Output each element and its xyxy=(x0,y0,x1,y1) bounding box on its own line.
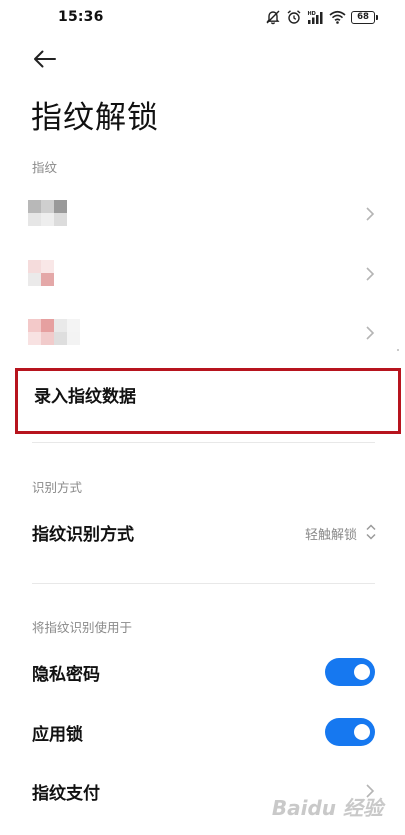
blur-pixel xyxy=(67,260,80,273)
wifi-icon xyxy=(329,10,346,24)
back-button[interactable] xyxy=(28,44,62,74)
up-down-chevron-icon xyxy=(366,524,376,540)
battery-level: 68 xyxy=(357,12,369,22)
chevron-right-icon xyxy=(366,207,375,221)
usage-section-header: 将指纹识别使用于 xyxy=(32,620,133,635)
recognition-method-label: 指纹识别方式 xyxy=(32,525,134,545)
divider xyxy=(32,442,375,443)
fingerprint-payment-label: 指纹支付 xyxy=(32,784,100,804)
notifications-off-icon xyxy=(265,9,281,25)
watermark: Baidu 经验 xyxy=(271,796,383,820)
blur-pixel xyxy=(28,213,41,226)
chevron-right-icon xyxy=(366,267,375,281)
blur-pixel xyxy=(28,260,41,273)
cellular-signal-icon: HD xyxy=(307,10,324,25)
privacy-password-label: 隐私密码 xyxy=(32,665,100,685)
status-bar: 15:36 HD 68 xyxy=(0,0,405,36)
privacy-password-row[interactable]: 隐私密码 xyxy=(0,652,405,692)
blur-pixel xyxy=(67,273,80,286)
blur-pixel xyxy=(41,332,54,345)
blur-pixel xyxy=(28,332,41,345)
blur-pixel xyxy=(67,200,80,213)
blur-pixel xyxy=(28,200,41,213)
app-lock-row[interactable]: 应用锁 xyxy=(0,712,405,752)
recognition-method-row[interactable]: 指纹识别方式 轻触解锁 xyxy=(0,512,405,552)
blur-pixel xyxy=(54,273,67,286)
blur-pixel xyxy=(67,213,80,226)
scroll-dot xyxy=(397,349,399,351)
blur-pixel xyxy=(54,260,67,273)
blur-pixel xyxy=(54,332,67,345)
chevron-right-icon xyxy=(366,326,375,340)
status-time: 15:36 xyxy=(58,9,104,25)
fingerprint-name-blurred xyxy=(28,319,80,345)
recognition-section-header: 识别方式 xyxy=(32,480,83,495)
fingerprint-item-2[interactable] xyxy=(0,246,405,302)
fingerprint-item-1[interactable] xyxy=(0,186,405,242)
alarm-icon xyxy=(286,9,302,25)
status-icons: HD 68 xyxy=(265,8,378,26)
blur-pixel xyxy=(67,332,80,345)
fingerprint-name-blurred xyxy=(28,260,80,286)
fingerprint-name-blurred xyxy=(28,200,80,226)
blur-pixel xyxy=(28,273,41,286)
divider xyxy=(32,583,375,584)
back-arrow-icon xyxy=(34,50,56,68)
page-title: 指纹解锁 xyxy=(31,100,159,136)
recognition-method-value: 轻触解锁 xyxy=(304,528,357,543)
privacy-password-toggle[interactable] xyxy=(325,658,375,686)
blur-pixel xyxy=(67,319,80,332)
blur-pixel xyxy=(54,213,67,226)
battery-icon: 68 xyxy=(351,10,378,24)
enroll-fingerprint-button[interactable]: 录入指纹数据 xyxy=(15,368,401,434)
app-lock-toggle[interactable] xyxy=(325,718,375,746)
blur-pixel xyxy=(41,260,54,273)
blur-pixel xyxy=(54,319,67,332)
app-lock-label: 应用锁 xyxy=(32,725,83,745)
blur-pixel xyxy=(41,319,54,332)
toggle-knob xyxy=(354,664,370,680)
blur-pixel xyxy=(41,273,54,286)
toggle-knob xyxy=(354,724,370,740)
svg-text:HD: HD xyxy=(308,11,316,17)
blur-pixel xyxy=(54,200,67,213)
fingerprints-section-header: 指纹 xyxy=(32,160,58,175)
blur-pixel xyxy=(41,200,54,213)
blur-pixel xyxy=(41,213,54,226)
fingerprint-item-3[interactable] xyxy=(0,305,405,361)
enroll-fingerprint-label: 录入指纹数据 xyxy=(34,387,136,407)
blur-pixel xyxy=(28,319,41,332)
